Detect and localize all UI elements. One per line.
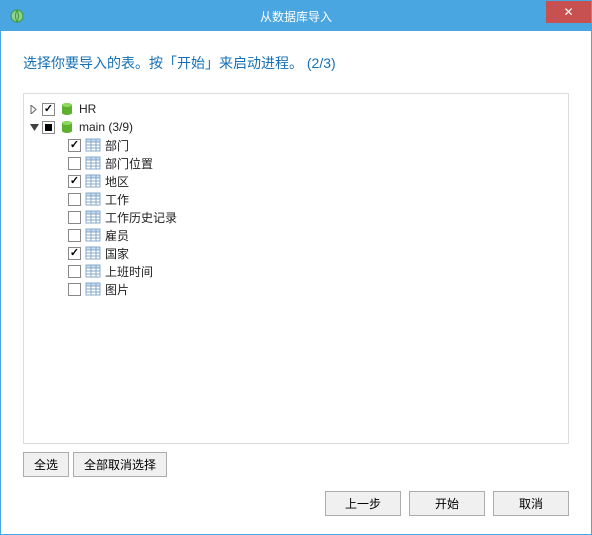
tree-label: 部门	[105, 137, 129, 154]
table-icon	[85, 155, 101, 171]
database-icon	[59, 119, 75, 135]
tree-node-table[interactable]: 国家	[28, 244, 564, 262]
checkbox[interactable]	[68, 157, 81, 170]
titlebar: 从数据库导入 ✕	[1, 1, 591, 31]
tree-node-database[interactable]: HR	[28, 100, 564, 118]
table-icon	[85, 209, 101, 225]
checkbox[interactable]	[68, 193, 81, 206]
tree-node-table[interactable]: 上班时间	[28, 262, 564, 280]
table-icon	[85, 263, 101, 279]
instruction-text: 选择你要导入的表。按「开始」来启动进程。 (2/3)	[23, 53, 569, 73]
table-icon	[85, 137, 101, 153]
tree-label: main (3/9)	[79, 120, 133, 134]
tree-node-table[interactable]: 工作	[28, 190, 564, 208]
tree-label: 国家	[105, 245, 129, 262]
tree-label: 图片	[105, 281, 129, 298]
tree-label: 工作历史记录	[105, 209, 177, 226]
checkbox[interactable]	[68, 139, 81, 152]
database-icon	[59, 101, 75, 117]
start-button[interactable]: 开始	[409, 491, 485, 516]
tree-node-table[interactable]: 工作历史记录	[28, 208, 564, 226]
close-icon: ✕	[563, 5, 573, 19]
close-button[interactable]: ✕	[546, 1, 591, 23]
window-title: 从数据库导入	[1, 8, 591, 25]
table-icon	[85, 227, 101, 243]
checkbox[interactable]	[68, 229, 81, 242]
tree-node-table[interactable]: 图片	[28, 280, 564, 298]
tree-node-table[interactable]: 部门	[28, 136, 564, 154]
app-icon	[9, 8, 25, 24]
tree-label: 雇员	[105, 227, 129, 244]
deselect-all-button[interactable]: 全部取消选择	[73, 452, 167, 477]
collapse-icon[interactable]	[28, 121, 40, 133]
tree-label: 上班时间	[105, 263, 153, 280]
tree-frame: HR main (3/9) 部门部门位置地区工作工作历史记录雇员国家上班时间图片	[23, 93, 569, 477]
tree-label: 部门位置	[105, 155, 153, 172]
table-tree[interactable]: HR main (3/9) 部门部门位置地区工作工作历史记录雇员国家上班时间图片	[23, 93, 569, 444]
checkbox[interactable]	[68, 211, 81, 224]
dialog-window: 从数据库导入 ✕ 选择你要导入的表。按「开始」来启动进程。 (2/3) HR	[0, 0, 592, 535]
checkbox[interactable]	[42, 121, 55, 134]
table-icon	[85, 191, 101, 207]
tree-node-table[interactable]: 雇员	[28, 226, 564, 244]
select-all-button[interactable]: 全选	[23, 452, 69, 477]
expand-icon[interactable]	[28, 103, 40, 115]
cancel-button[interactable]: 取消	[493, 491, 569, 516]
table-icon	[85, 173, 101, 189]
dialog-content: 选择你要导入的表。按「开始」来启动进程。 (2/3) HR	[1, 31, 591, 534]
tree-label: 地区	[105, 173, 129, 190]
checkbox[interactable]	[68, 175, 81, 188]
tree-label: 工作	[105, 191, 129, 208]
table-icon	[85, 245, 101, 261]
tree-label: HR	[79, 102, 96, 116]
selection-button-row: 全选 全部取消选择	[23, 452, 569, 477]
back-button[interactable]: 上一步	[325, 491, 401, 516]
dialog-footer: 上一步 开始 取消	[23, 491, 569, 516]
checkbox[interactable]	[68, 247, 81, 260]
tree-node-table[interactable]: 地区	[28, 172, 564, 190]
checkbox[interactable]	[42, 103, 55, 116]
tree-node-table[interactable]: 部门位置	[28, 154, 564, 172]
tree-node-database[interactable]: main (3/9)	[28, 118, 564, 136]
checkbox[interactable]	[68, 283, 81, 296]
checkbox[interactable]	[68, 265, 81, 278]
table-icon	[85, 281, 101, 297]
